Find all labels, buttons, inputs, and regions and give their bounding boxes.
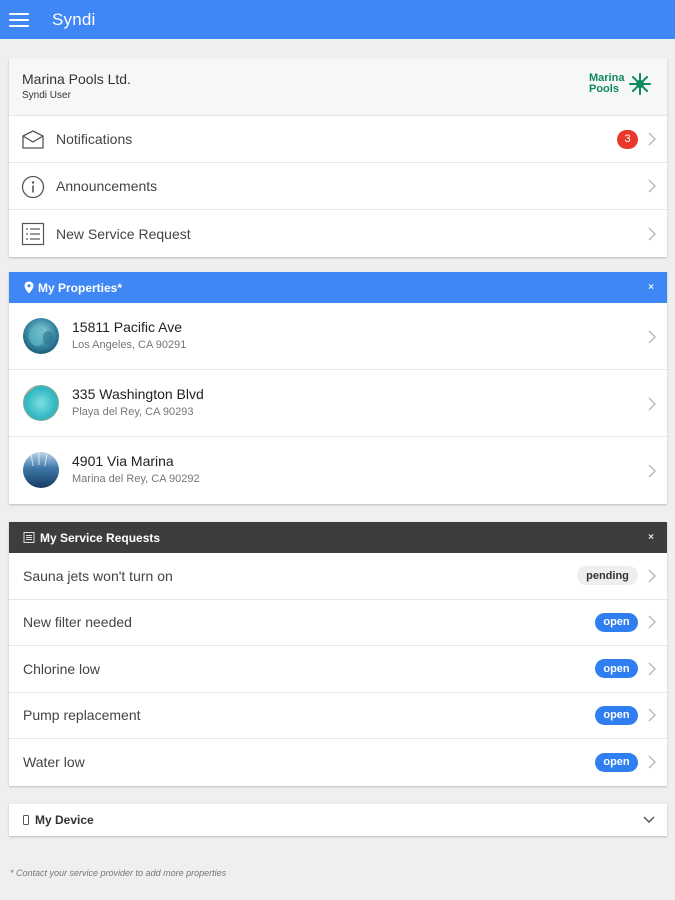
- property-street: 335 Washington Blvd: [72, 386, 204, 402]
- service-requests-title: My Service Requests: [40, 530, 161, 545]
- request-title: Water low: [23, 754, 85, 771]
- status-badge: pending: [577, 566, 638, 586]
- property-avatar: [23, 385, 59, 421]
- list-icon: [23, 532, 35, 543]
- account-card: Marina Pools Ltd. Syndi User Marina Pools…: [9, 58, 667, 257]
- status-badge: open: [595, 612, 638, 632]
- company-name: Marina Pools Ltd.: [22, 71, 131, 87]
- request-title: Sauna jets won't turn on: [23, 567, 173, 584]
- hamburger-menu-icon[interactable]: [9, 12, 29, 28]
- chevron-right-icon: [648, 179, 657, 193]
- account-header: Marina Pools Ltd. Syndi User Marina Pools: [9, 58, 667, 116]
- status-badge: open: [595, 705, 638, 725]
- properties-card: My Properties* × 15811 Pacific Ave Los A…: [9, 272, 667, 504]
- chevron-right-icon: [648, 662, 657, 676]
- chevron-right-icon: [648, 708, 657, 722]
- request-title: Pump replacement: [23, 707, 141, 724]
- properties-title: My Properties*: [38, 280, 123, 295]
- chevron-right-icon: [648, 569, 657, 583]
- chevron-right-icon: [648, 464, 657, 478]
- property-city: Los Angeles, CA 90291: [72, 339, 187, 351]
- company-logo: Marina Pools: [589, 71, 653, 99]
- footnote: * Contact your service provider to add m…: [10, 868, 227, 878]
- property-avatar: [23, 452, 59, 488]
- info-icon: [21, 175, 45, 199]
- chevron-right-icon: [648, 615, 657, 629]
- request-title: Chlorine low: [23, 660, 101, 677]
- service-request-item[interactable]: Chlorine low open: [9, 646, 667, 693]
- app-bar: Syndi: [0, 0, 675, 39]
- menu-item-label: Announcements: [56, 178, 158, 194]
- menu-item-new-service-request[interactable]: New Service Request: [9, 210, 667, 257]
- property-city: Marina del Rey, CA 90292: [72, 473, 200, 485]
- device-title: My Device: [35, 813, 94, 827]
- property-item[interactable]: 15811 Pacific Ave Los Angeles, CA 90291: [9, 303, 667, 370]
- service-request-item[interactable]: New filter needed open: [9, 600, 667, 646]
- list-icon: [21, 222, 45, 246]
- status-badge: open: [595, 659, 638, 679]
- notification-count-badge: 3: [617, 129, 638, 149]
- service-request-item[interactable]: Sauna jets won't turn on pending: [9, 553, 667, 600]
- phone-icon: [23, 815, 29, 825]
- chevron-right-icon: [648, 755, 657, 769]
- menu-item-label: New Service Request: [56, 225, 191, 242]
- service-request-item[interactable]: Water low open: [9, 739, 667, 786]
- status-badge: open: [595, 752, 638, 772]
- service-requests-header: My Service Requests ×: [9, 522, 667, 553]
- property-item[interactable]: 335 Washington Blvd Playa del Rey, CA 90…: [9, 370, 667, 437]
- app-title: Syndi: [52, 9, 96, 29]
- chevron-right-icon: [648, 397, 657, 411]
- device-card[interactable]: My Device: [9, 804, 667, 836]
- menu-item-notifications[interactable]: Notifications 3: [9, 116, 667, 163]
- map-pin-icon: [24, 281, 34, 294]
- envelope-icon: [22, 130, 44, 149]
- property-street: 4901 Via Marina: [72, 453, 174, 469]
- chevron-right-icon: [648, 330, 657, 344]
- property-street: 15811 Pacific Ave: [72, 319, 183, 335]
- property-city: Playa del Rey, CA 90293: [72, 406, 194, 418]
- properties-header: My Properties* ×: [9, 272, 667, 303]
- menu-item-announcements[interactable]: Announcements: [9, 163, 667, 210]
- property-item[interactable]: 4901 Via Marina Marina del Rey, CA 90292: [9, 437, 667, 504]
- property-avatar: [23, 318, 59, 354]
- service-request-item[interactable]: Pump replacement open: [9, 693, 667, 739]
- close-service-requests-button[interactable]: ×: [648, 532, 654, 543]
- logo-burst-icon: [629, 73, 651, 95]
- chevron-right-icon: [648, 132, 657, 146]
- user-role: Syndi User: [22, 90, 71, 101]
- chevron-right-icon: [648, 226, 657, 241]
- service-requests-card: My Service Requests × Sauna jets won't t…: [9, 522, 667, 786]
- chevron-down-icon: [643, 816, 655, 824]
- menu-item-label: Notifications: [56, 131, 133, 147]
- request-title: New filter needed: [23, 614, 132, 631]
- close-properties-button[interactable]: ×: [648, 282, 654, 293]
